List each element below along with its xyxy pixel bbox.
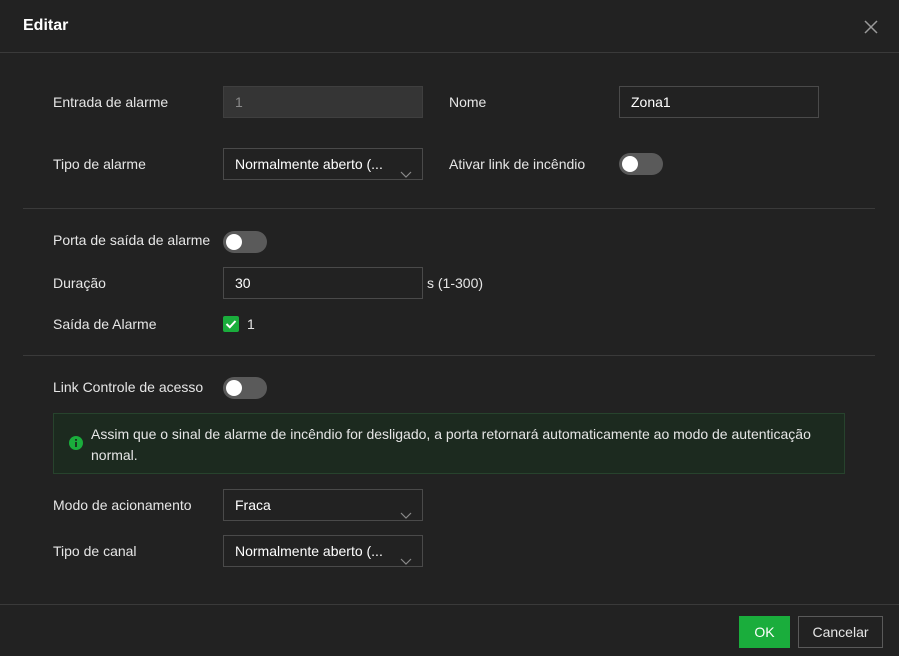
footer-divider	[0, 604, 899, 605]
dialog-title: Editar	[23, 17, 69, 34]
info-notice: Assim que o sinal de alarme de incêndio …	[53, 413, 845, 474]
alarm-output-option-label: 1	[247, 316, 255, 332]
ok-button[interactable]: OK	[739, 616, 790, 648]
access-control-link-toggle[interactable]	[223, 377, 267, 399]
alarm-input-field	[223, 86, 423, 118]
toggle-knob	[226, 234, 242, 250]
chevron-down-icon	[400, 159, 412, 178]
channel-type-label: Tipo de canal	[53, 543, 137, 559]
trigger-mode-select[interactable]: Fraca	[223, 489, 423, 521]
toggle-knob	[226, 380, 242, 396]
channel-type-value: Normalmente aberto (...	[235, 543, 383, 559]
fire-link-label: Ativar link de incêndio	[449, 156, 586, 172]
duration-label: Duração	[53, 275, 106, 291]
alarm-output-port-toggle[interactable]	[223, 231, 267, 253]
alarm-type-select[interactable]: Normalmente aberto (...	[223, 148, 423, 180]
chevron-down-icon	[400, 500, 412, 519]
close-icon[interactable]	[862, 18, 880, 36]
alarm-input-label: Entrada de alarme	[53, 94, 169, 110]
duration-range-hint: s (1-300)	[427, 275, 484, 291]
name-label: Nome	[449, 94, 487, 110]
trigger-mode-value: Fraca	[235, 497, 271, 513]
dialog-header: Editar	[0, 0, 899, 53]
chevron-down-icon	[400, 546, 412, 565]
info-icon	[69, 436, 83, 450]
access-control-link-label: Link Controle de acesso	[53, 379, 204, 395]
edit-dialog: Editar Entrada de alarme Nome Tipo de al…	[0, 0, 899, 656]
toggle-knob	[622, 156, 638, 172]
trigger-mode-label: Modo de acionamento	[53, 497, 192, 513]
section-divider	[23, 355, 875, 356]
cancel-button[interactable]: Cancelar	[798, 616, 883, 648]
check-icon	[225, 320, 237, 329]
channel-type-select[interactable]: Normalmente aberto (...	[223, 535, 423, 567]
alarm-type-value: Normalmente aberto (...	[235, 156, 383, 172]
fire-link-toggle[interactable]	[619, 153, 663, 175]
section-divider	[23, 208, 875, 209]
alarm-output-checkbox[interactable]	[223, 316, 239, 332]
alarm-output-label: Saída de Alarme	[53, 316, 157, 332]
duration-field[interactable]	[223, 267, 423, 299]
alarm-type-label: Tipo de alarme	[53, 156, 146, 172]
name-field[interactable]	[619, 86, 819, 118]
alarm-output-port-label: Porta de saída de alarme	[53, 232, 211, 248]
info-notice-text: Assim que o sinal de alarme de incêndio …	[91, 426, 811, 463]
